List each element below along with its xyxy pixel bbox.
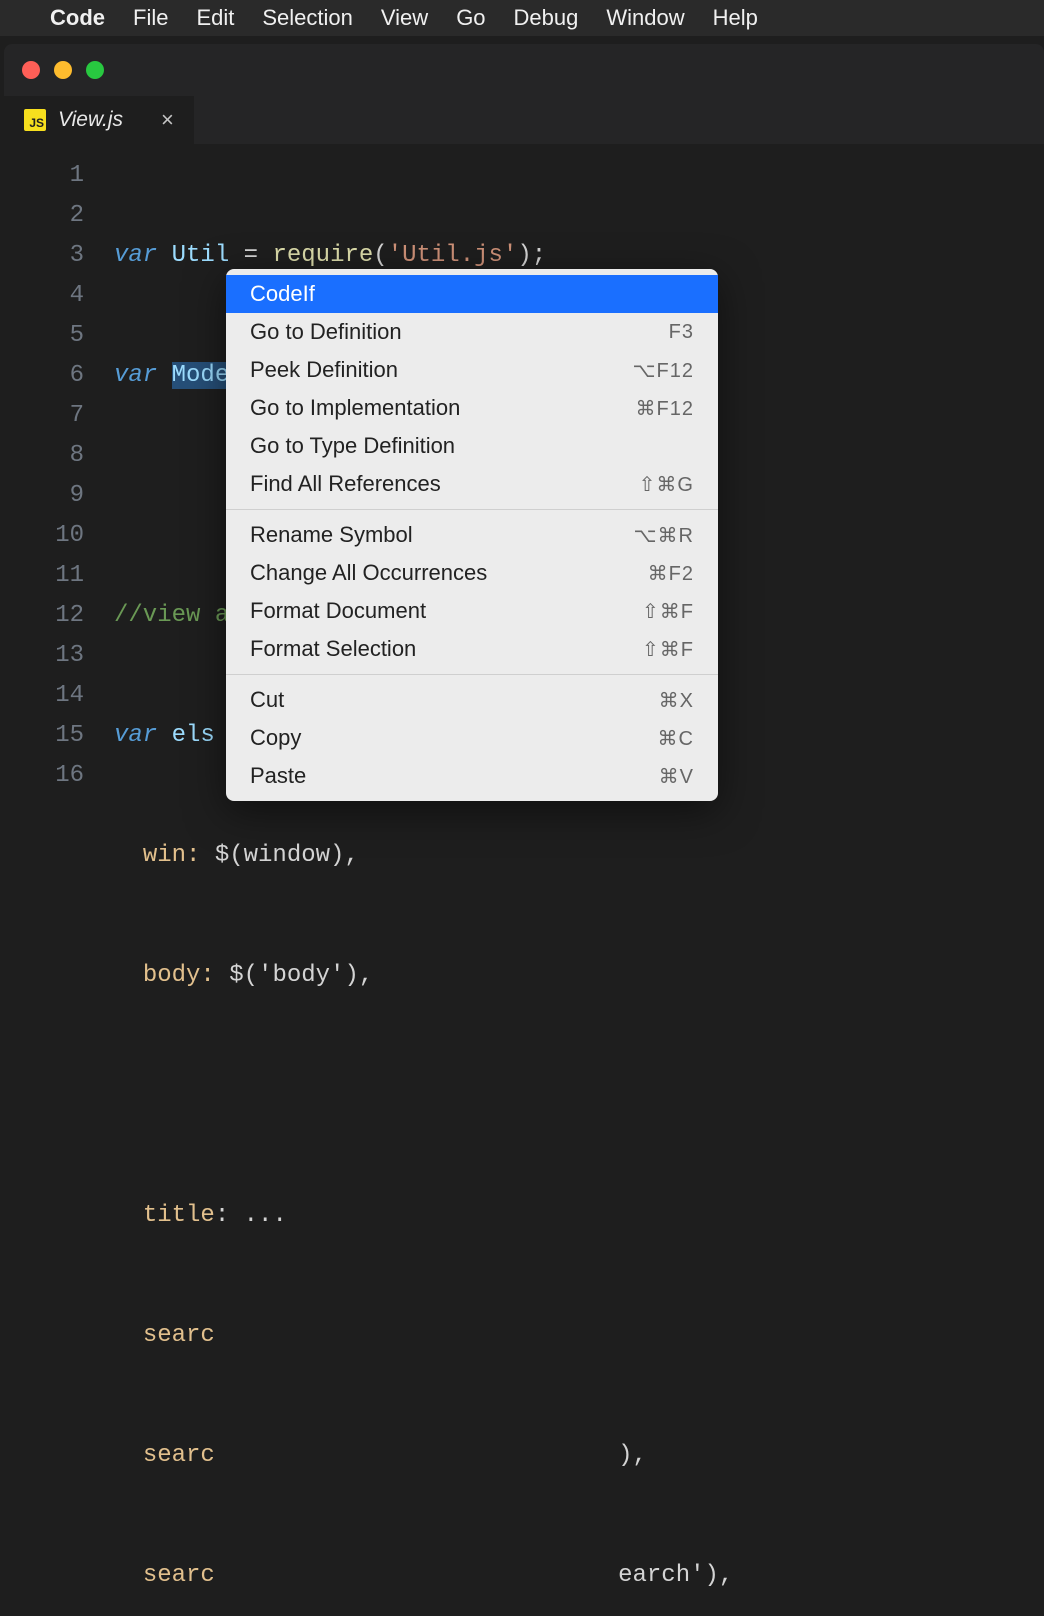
line-number: 9 <box>4 476 84 516</box>
line-number: 11 <box>4 556 84 596</box>
line-number: 5 <box>4 316 84 356</box>
line-number: 12 <box>4 596 84 636</box>
operator: = <box>229 242 272 269</box>
context-menu-item[interactable]: Go to Definition F3 <box>226 313 718 351</box>
context-menu-shortcut: ⇧⌘F <box>642 599 694 624</box>
line-number: 10 <box>4 516 84 556</box>
context-menu-shortcut: ⌥F12 <box>632 358 694 383</box>
line-number: 13 <box>4 636 84 676</box>
context-menu-shortcut: ⌘C <box>658 726 694 751</box>
context-menu-shortcut: ⌘F12 <box>636 396 694 421</box>
tab-filename: View.js <box>58 108 123 132</box>
identifier: els <box>172 722 215 749</box>
text: earch'), <box>215 1562 733 1589</box>
line-number: 1 <box>4 156 84 196</box>
context-menu-label: Go to Type Definition <box>250 433 455 459</box>
context-menu-item[interactable]: Go to Implementation ⌘F12 <box>226 389 718 427</box>
context-menu-item[interactable]: CodeIf <box>226 275 718 313</box>
context-menu-label: Find All References <box>250 471 441 497</box>
line-number: 16 <box>4 756 84 796</box>
property: searc <box>143 1562 215 1589</box>
text: $(window), <box>200 842 358 869</box>
macos-menubar: Code File Edit Selection View Go Debug W… <box>0 0 1044 36</box>
context-menu-label: Go to Implementation <box>250 395 460 421</box>
text: : ... <box>215 1202 287 1229</box>
property: body: <box>143 962 215 989</box>
keyword: var <box>114 242 157 269</box>
context-menu-item[interactable]: Copy ⌘C <box>226 719 718 757</box>
function-call: require <box>272 242 373 269</box>
context-menu-label: Cut <box>250 687 284 713</box>
menu-edit[interactable]: Edit <box>196 5 234 31</box>
context-menu-shortcut: ⌥⌘R <box>634 523 695 548</box>
context-menu-label: Peek Definition <box>250 357 398 383</box>
context-menu-item[interactable]: Paste ⌘V <box>226 757 718 795</box>
context-menu-separator <box>226 509 718 510</box>
tab-view-js[interactable]: JS View.js × <box>4 96 194 144</box>
editor-window: JS View.js × 1 2 3 4 5 6 7 8 9 10 11 12 … <box>4 44 1044 808</box>
line-number: 6 <box>4 356 84 396</box>
menu-help[interactable]: Help <box>713 5 758 31</box>
context-menu-item[interactable]: Find All References ⇧⌘G <box>226 465 718 503</box>
context-menu-item[interactable]: Format Document ⇧⌘F <box>226 592 718 630</box>
context-menu-shortcut: ⌘V <box>659 764 694 789</box>
line-number-gutter: 1 2 3 4 5 6 7 8 9 10 11 12 13 14 15 16 <box>4 156 114 1616</box>
menu-file[interactable]: File <box>133 5 168 31</box>
identifier: Util <box>172 242 230 269</box>
context-menu-shortcut: ⌘X <box>659 688 694 713</box>
context-menu-label: Paste <box>250 763 306 789</box>
window-minimize-icon[interactable] <box>54 61 72 79</box>
string: 'Util.js' <box>388 242 518 269</box>
line-number: 7 <box>4 396 84 436</box>
line-number: 14 <box>4 676 84 716</box>
property: title <box>143 1202 215 1229</box>
context-menu-label: Copy <box>250 725 301 751</box>
context-menu-shortcut: ⌘F2 <box>648 561 694 586</box>
javascript-file-icon: JS <box>24 109 46 131</box>
context-menu-label: Go to Definition <box>250 319 402 345</box>
context-menu-label: CodeIf <box>250 281 315 307</box>
context-menu-label: Rename Symbol <box>250 522 413 548</box>
text: $('body'), <box>215 962 373 989</box>
editor-context-menu: CodeIf Go to Definition F3 Peek Definition ⌥… <box>226 269 718 801</box>
menu-view[interactable]: View <box>381 5 428 31</box>
line-number: 15 <box>4 716 84 756</box>
tab-bar: JS View.js × <box>4 96 1044 144</box>
context-menu-separator <box>226 674 718 675</box>
menu-go[interactable]: Go <box>456 5 485 31</box>
context-menu-item[interactable]: Go to Type Definition <box>226 427 718 465</box>
keyword: var <box>114 362 157 389</box>
menu-window[interactable]: Window <box>606 5 684 31</box>
tab-close-icon[interactable]: × <box>161 107 174 133</box>
line-number: 8 <box>4 436 84 476</box>
menu-debug[interactable]: Debug <box>514 5 579 31</box>
context-menu-label: Change All Occurrences <box>250 560 487 586</box>
window-titlebar[interactable] <box>4 44 1044 96</box>
property: searc <box>143 1442 215 1469</box>
context-menu-shortcut: ⇧⌘G <box>639 472 694 497</box>
punct: ( <box>373 242 387 269</box>
window-zoom-icon[interactable] <box>86 61 104 79</box>
menu-selection[interactable]: Selection <box>262 5 353 31</box>
line-number: 4 <box>4 276 84 316</box>
punct: ); <box>517 242 546 269</box>
line-number: 2 <box>4 196 84 236</box>
context-menu-item[interactable]: Cut ⌘X <box>226 681 718 719</box>
context-menu-label: Format Selection <box>250 636 416 662</box>
line-number: 3 <box>4 236 84 276</box>
property: searc <box>143 1322 215 1349</box>
keyword: var <box>114 722 157 749</box>
context-menu-item[interactable]: Format Selection ⇧⌘F <box>226 630 718 668</box>
context-menu-label: Format Document <box>250 598 426 624</box>
context-menu-item[interactable]: Change All Occurrences ⌘F2 <box>226 554 718 592</box>
window-close-icon[interactable] <box>22 61 40 79</box>
context-menu-item[interactable]: Rename Symbol ⌥⌘R <box>226 516 718 554</box>
property: win: <box>143 842 201 869</box>
text: ), <box>215 1442 647 1469</box>
context-menu-shortcut: ⇧⌘F <box>642 637 694 662</box>
app-menu[interactable]: Code <box>50 5 105 31</box>
context-menu-shortcut: F3 <box>669 321 694 344</box>
context-menu-item[interactable]: Peek Definition ⌥F12 <box>226 351 718 389</box>
